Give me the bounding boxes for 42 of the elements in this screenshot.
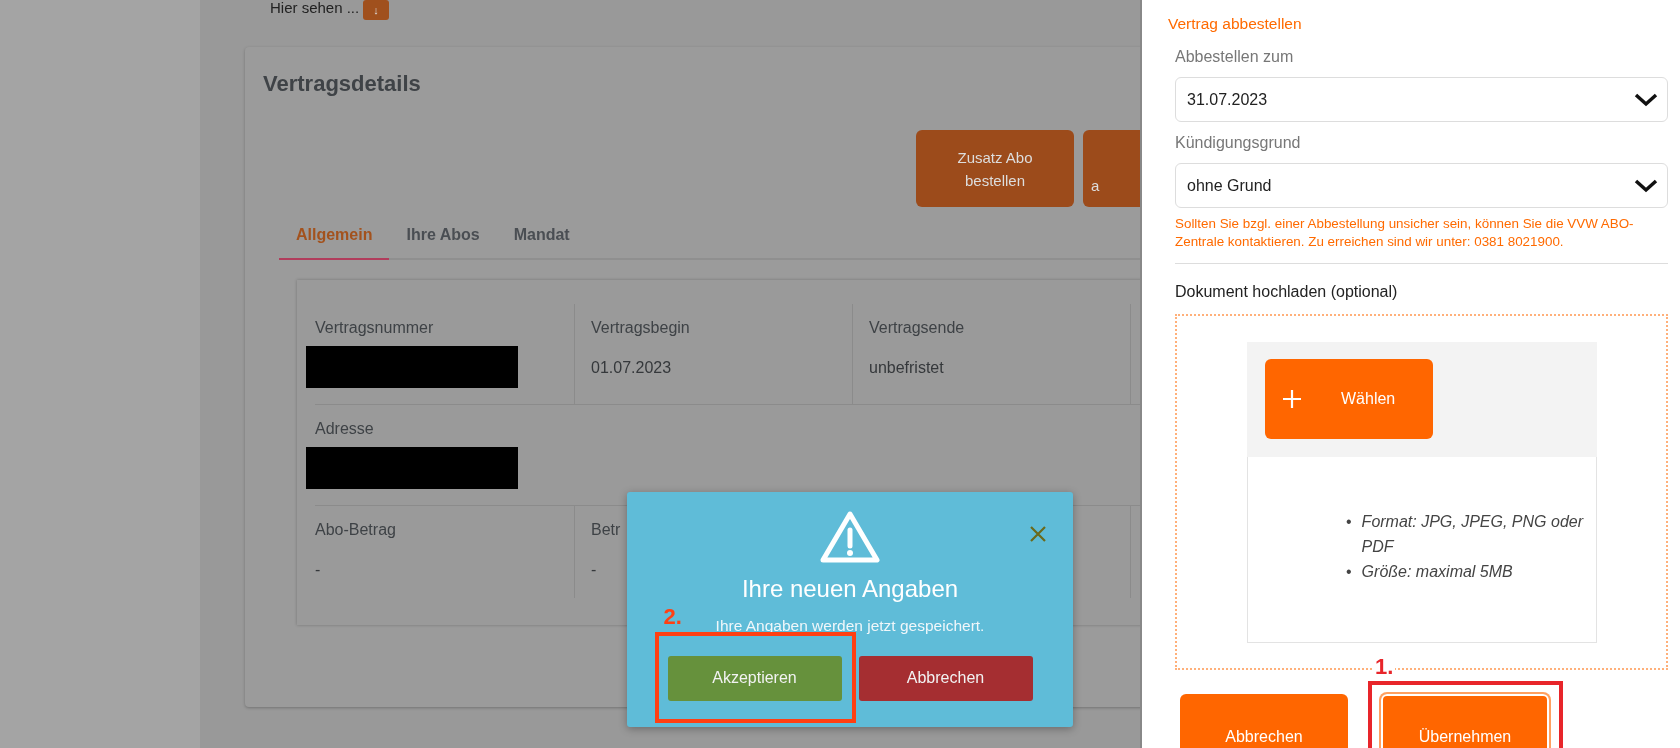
- action-button[interactable]: a: [1083, 130, 1140, 208]
- plus-icon: [1283, 390, 1301, 409]
- action-button[interactable]: Zusatz Abo bestellen: [916, 130, 1074, 208]
- requirement-text: Format: JPG, JPEG, PNG oder PDF: [1361, 512, 1585, 558]
- scroll-down-button[interactable]: ↓: [363, 0, 389, 20]
- step-number: 2.: [663, 605, 682, 628]
- field-value: 01.07.2023: [591, 358, 672, 379]
- field-label: Vertragsbegin: [591, 318, 690, 339]
- chevron-down-icon: [1633, 91, 1659, 108]
- field-value: unbefristet: [869, 358, 944, 379]
- hint-text: Sollten Sie bzgl. einer Abbestellung unsicher sein, können Sie die VVW ABO-Zentrale kontaktieren. Zu erreichen sind wir unter: 0381 8021900.: [1175, 215, 1635, 252]
- panel-title: Vertrag abbestellen: [1168, 14, 1303, 34]
- bullet: •: [1346, 562, 1352, 583]
- bullet: •: [1346, 512, 1352, 533]
- select-field[interactable]: ohne Grund: [1175, 163, 1668, 209]
- requirement-text: Größe: maximal 5MB: [1361, 562, 1513, 583]
- select-field[interactable]: 31.07.2023: [1175, 77, 1668, 123]
- field-label: Betr: [591, 520, 621, 541]
- accept-button[interactable]: Akzeptieren: [667, 655, 842, 701]
- field-label: Abbestellen zum: [1175, 47, 1295, 68]
- tab[interactable]: Ihre Abos: [389, 217, 497, 259]
- choose-file-button[interactable]: Wählen: [1265, 359, 1433, 440]
- panel-button[interactable]: Übernehmen: [1381, 694, 1549, 748]
- card-title: Vertragsdetails: [263, 71, 422, 98]
- field-label: Abo-Betrag: [315, 520, 396, 541]
- dialog-title: Ihre neuen Angaben: [740, 575, 960, 604]
- intro-text: Hier sehen ...: [270, 0, 360, 16]
- close-button[interactable]: [1029, 525, 1047, 543]
- panel-button[interactable]: Abbrechen: [1180, 694, 1348, 748]
- cancel-button[interactable]: Abbrechen: [858, 655, 1033, 701]
- field-label: Vertragsende: [869, 318, 965, 339]
- upload-label: Dokument hochladen (optional): [1175, 282, 1399, 303]
- warning-icon: [819, 510, 881, 564]
- dialog-message: Ihre Angaben werden jetzt gespeichert.: [715, 615, 985, 636]
- chevron-down-icon: [1633, 177, 1659, 194]
- field-label: Adresse: [315, 419, 374, 440]
- tab[interactable]: Allgemein: [279, 217, 390, 261]
- field-label: Vertragsnummer: [315, 318, 434, 339]
- field-label: Kündigungsgrund: [1175, 133, 1302, 154]
- tab[interactable]: Mandat: [496, 217, 587, 259]
- field-value: -: [591, 560, 597, 581]
- field-value: -: [315, 560, 321, 581]
